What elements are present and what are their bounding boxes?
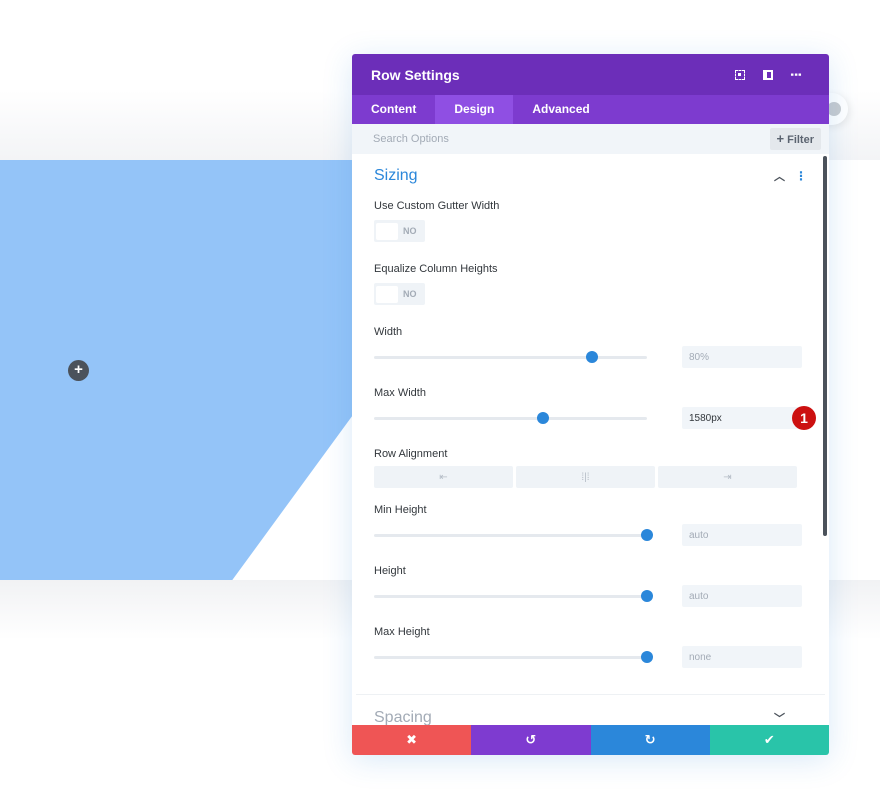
field-label: Equalize Column Heights	[374, 263, 498, 275]
field-label: Max Height	[374, 626, 430, 638]
align-right-button[interactable]: ⇥	[658, 466, 797, 488]
align-center-button[interactable]: ⁞|⁞	[516, 466, 655, 488]
globe-icon	[827, 102, 841, 116]
field-equalize-columns: Equalize Column Heights NO	[352, 261, 829, 305]
field-label: Max Width	[374, 387, 426, 399]
annotation-badge: 1	[792, 406, 816, 430]
settings-scroll-area: Sizing ︿ ⋮ Use Custom Gutter Width NO Eq…	[352, 154, 829, 741]
use-custom-gutter-toggle[interactable]: NO	[374, 220, 425, 242]
field-label: Min Height	[374, 504, 427, 516]
field-label: Row Alignment	[374, 448, 448, 460]
field-width: Width	[352, 324, 829, 372]
checkmark-icon: ✔	[763, 732, 775, 747]
undo-button[interactable]: ↺	[471, 725, 591, 755]
chevron-down-icon[interactable]: ﹀	[774, 710, 785, 726]
cancel-button[interactable]: ✖	[352, 725, 472, 755]
more-options-icon[interactable]: ⋮	[782, 65, 810, 85]
close-icon: ✖	[406, 732, 418, 747]
tab-design[interactable]: Design	[435, 95, 514, 124]
max-width-input[interactable]	[682, 407, 802, 429]
width-slider[interactable]	[374, 350, 647, 363]
tab-content[interactable]: Content	[352, 95, 435, 124]
slider-thumb[interactable]	[641, 589, 653, 602]
section-more-icon[interactable]: ⋮	[795, 169, 807, 183]
split-view-icon[interactable]	[754, 65, 782, 85]
section-title-sizing: Sizing	[374, 167, 418, 184]
section-title-spacing: Spacing	[374, 708, 432, 726]
expand-icon[interactable]	[726, 65, 754, 85]
field-row-alignment: Row Alignment ⇤ ⁞|⁞ ⇥	[352, 446, 829, 488]
modal-header: Row Settings ⋮	[352, 54, 829, 95]
max-height-slider[interactable]	[374, 650, 653, 663]
slider-thumb[interactable]	[537, 411, 550, 424]
sizing-section-header[interactable]: Sizing ︿ ⋮	[352, 154, 829, 198]
slider-thumb[interactable]	[586, 350, 599, 363]
align-left-button[interactable]: ⇤	[374, 466, 513, 488]
field-max-height: Max Height	[352, 624, 829, 672]
align-right-icon: ⇥	[723, 471, 732, 483]
height-input[interactable]	[682, 585, 802, 607]
redo-icon: ↻	[644, 732, 656, 747]
search-bar: +Filter	[352, 124, 829, 154]
min-height-input[interactable]	[682, 524, 802, 546]
tab-advanced[interactable]: Advanced	[513, 95, 608, 124]
field-label: Use Custom Gutter Width	[374, 200, 500, 212]
modal-title: Row Settings	[371, 66, 460, 83]
min-height-slider[interactable]	[374, 528, 653, 541]
add-module-button[interactable]: +	[68, 360, 89, 381]
height-slider[interactable]	[374, 589, 653, 602]
width-input[interactable]	[682, 346, 802, 368]
slider-thumb[interactable]	[641, 528, 653, 541]
filter-label: Filter	[787, 134, 814, 146]
plus-icon: +	[776, 131, 785, 146]
align-center-icon: ⁞|⁞	[581, 471, 590, 483]
row-settings-modal: Row Settings ⋮ Content Design Advanced +…	[352, 54, 829, 755]
scrollbar[interactable]	[823, 156, 827, 536]
page: + Row Settings ⋮ Content Design Advanced…	[0, 0, 880, 806]
field-max-width: Max Width 1	[352, 385, 829, 433]
field-use-custom-gutter: Use Custom Gutter Width NO	[352, 198, 829, 242]
equalize-columns-toggle[interactable]: NO	[374, 283, 425, 305]
chevron-up-icon[interactable]: ︿	[774, 168, 785, 184]
redo-button[interactable]: ↻	[590, 725, 710, 755]
field-label: Height	[374, 565, 406, 577]
save-button[interactable]: ✔	[709, 725, 829, 755]
undo-icon: ↺	[525, 732, 537, 747]
modal-footer: ✖ ↺ ↻ ✔	[352, 725, 829, 755]
search-options-input[interactable]	[373, 133, 770, 145]
max-width-slider[interactable]	[374, 411, 647, 424]
slider-thumb[interactable]	[641, 650, 653, 663]
modal-tabs: Content Design Advanced	[352, 95, 829, 124]
field-height: Height	[352, 563, 829, 611]
field-label: Width	[374, 326, 403, 338]
field-min-height: Min Height	[352, 502, 829, 550]
toggle-state: NO	[403, 226, 417, 236]
max-height-input[interactable]	[682, 646, 802, 668]
align-left-icon: ⇤	[439, 471, 448, 483]
toggle-state: NO	[403, 289, 417, 299]
filter-button[interactable]: + Filter	[769, 128, 821, 150]
